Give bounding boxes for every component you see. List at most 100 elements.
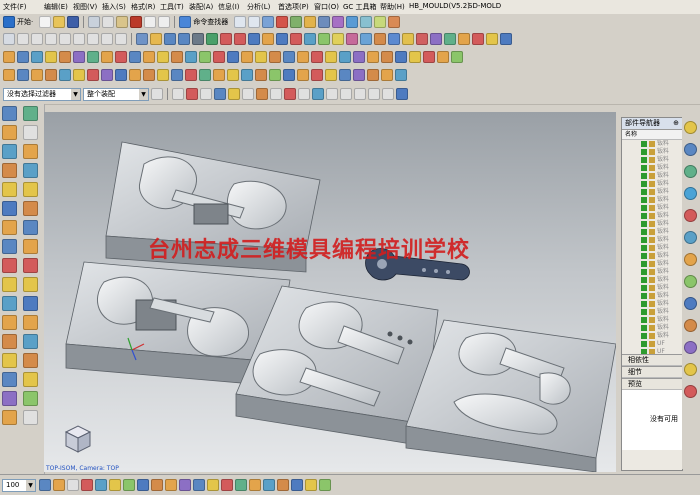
line-icon[interactable] [17, 33, 29, 45]
isometric-view-icon[interactable] [137, 479, 149, 491]
through-curves-icon[interactable] [2, 220, 17, 235]
fit-icon[interactable] [318, 16, 331, 28]
rectangle-icon[interactable] [87, 33, 99, 45]
pad-icon[interactable] [101, 51, 113, 63]
revolve-icon[interactable] [2, 144, 17, 159]
pocket-cut-icon[interactable] [129, 69, 141, 81]
face-analysis-icon[interactable] [95, 479, 107, 491]
rotate-icon[interactable] [346, 16, 359, 28]
sketch-icon[interactable] [3, 33, 15, 45]
face-select-icon[interactable] [228, 88, 240, 100]
reuse-library-icon[interactable] [684, 187, 697, 200]
sew-icon[interactable] [325, 51, 337, 63]
scale-curve-icon[interactable] [416, 33, 428, 45]
background-icon[interactable] [221, 479, 233, 491]
variable-blend-icon[interactable] [23, 372, 38, 387]
parting-icon[interactable] [185, 69, 197, 81]
trim-body-icon[interactable] [241, 51, 253, 63]
hb-mould-icon[interactable] [381, 69, 393, 81]
mid-point-icon[interactable] [298, 88, 310, 100]
tree-row[interactable]: 钣料 [622, 164, 682, 172]
csys-icon[interactable] [437, 51, 449, 63]
palette-tab-icon[interactable] [684, 385, 697, 398]
edit-object-display-icon[interactable] [277, 479, 289, 491]
roles-icon[interactable] [684, 341, 697, 354]
fillet-curve-icon[interactable] [388, 33, 400, 45]
intersect-curve-icon[interactable] [276, 33, 288, 45]
hole-icon[interactable] [59, 51, 71, 63]
trim-icon[interactable] [206, 33, 218, 45]
keyboard-icon[interactable] [23, 410, 38, 425]
delete-face-icon[interactable] [381, 51, 393, 63]
studio-surface-icon[interactable] [2, 391, 17, 406]
ejector-icon[interactable] [45, 69, 57, 81]
menu-item-file[interactable]: 文件(F) [3, 2, 27, 12]
visibility-checkbox[interactable] [641, 301, 647, 307]
tree-row[interactable]: 钣料 [622, 228, 682, 236]
tree-row[interactable]: 钣料 [622, 268, 682, 276]
revolve-icon[interactable] [178, 33, 190, 45]
workpiece-icon[interactable] [213, 69, 225, 81]
mold-base-icon[interactable] [115, 69, 127, 81]
sync-modeling-icon[interactable] [395, 51, 407, 63]
zoom-icon[interactable] [332, 16, 345, 28]
menu-item-assembly[interactable]: 装配(A) [189, 2, 213, 12]
offset-region-icon[interactable] [23, 315, 38, 330]
section-preview[interactable]: 预览 [622, 378, 682, 390]
tree-row[interactable]: 钣料 [622, 332, 682, 340]
palette-icon[interactable] [388, 16, 401, 28]
part-navigator-tab-icon[interactable] [684, 165, 697, 178]
mirror-icon[interactable] [311, 51, 323, 63]
hidden-edges-icon[interactable] [67, 479, 79, 491]
extend-surface-icon[interactable] [339, 69, 351, 81]
visibility-checkbox[interactable] [641, 325, 647, 331]
boss-feature-icon[interactable] [23, 201, 38, 216]
expression-icon[interactable] [451, 51, 463, 63]
chamfer-curve-icon[interactable] [402, 33, 414, 45]
spline-icon[interactable] [45, 33, 57, 45]
menu-item-gc-toolbox[interactable]: GC 工具箱 [343, 2, 377, 12]
silhouette-icon[interactable] [2, 410, 17, 425]
snap-icon[interactable] [262, 16, 275, 28]
thread-icon[interactable] [23, 277, 38, 292]
camera-icon[interactable] [304, 16, 317, 28]
help-icon[interactable] [684, 363, 697, 376]
section-dependencies[interactable]: 相依性 [622, 354, 682, 366]
end-point-icon[interactable] [284, 88, 296, 100]
front-view-icon[interactable] [165, 479, 177, 491]
view-cube-icon[interactable] [64, 425, 92, 453]
block-icon[interactable] [3, 51, 15, 63]
gate-icon[interactable] [73, 69, 85, 81]
perspective-icon[interactable] [235, 479, 247, 491]
tree-row[interactable]: 钣料 [622, 316, 682, 324]
tree-row[interactable]: 钣料 [622, 252, 682, 260]
partial-shading-icon[interactable] [109, 479, 121, 491]
start-button[interactable]: 开始· [17, 17, 33, 27]
offset-face-icon[interactable] [269, 51, 281, 63]
intersect-icon[interactable] [227, 51, 239, 63]
tree-row[interactable]: 钣料 [622, 172, 682, 180]
n-sided-icon[interactable] [2, 258, 17, 273]
ellipse-icon[interactable] [115, 33, 127, 45]
tree-row[interactable]: 钣料 [622, 188, 682, 196]
tree-row[interactable]: UF [622, 348, 682, 354]
intersection-point-icon[interactable] [326, 88, 338, 100]
visibility-checkbox[interactable] [641, 309, 647, 315]
tree-row[interactable]: 钣料 [622, 292, 682, 300]
ruled-icon[interactable] [2, 239, 17, 254]
hole-feature-icon[interactable] [23, 182, 38, 197]
law-curve-icon[interactable] [360, 33, 372, 45]
visibility-checkbox[interactable] [641, 213, 647, 219]
arc-icon[interactable] [31, 33, 43, 45]
divide-curve-icon[interactable] [458, 33, 470, 45]
visibility-checkbox[interactable] [641, 141, 647, 147]
tree-row[interactable]: 钣料 [622, 212, 682, 220]
point-on-curve-icon[interactable] [382, 88, 394, 100]
view-orientation-icon[interactable] [396, 88, 408, 100]
body-select-icon[interactable] [214, 88, 226, 100]
trim-tool-icon[interactable] [255, 69, 267, 81]
tree-row[interactable]: 钣料 [622, 204, 682, 212]
tree-row[interactable]: UF [622, 340, 682, 348]
menu-item-insert[interactable]: 插入(S) [102, 2, 126, 12]
navigator-column-header[interactable]: 名称 [622, 130, 682, 140]
